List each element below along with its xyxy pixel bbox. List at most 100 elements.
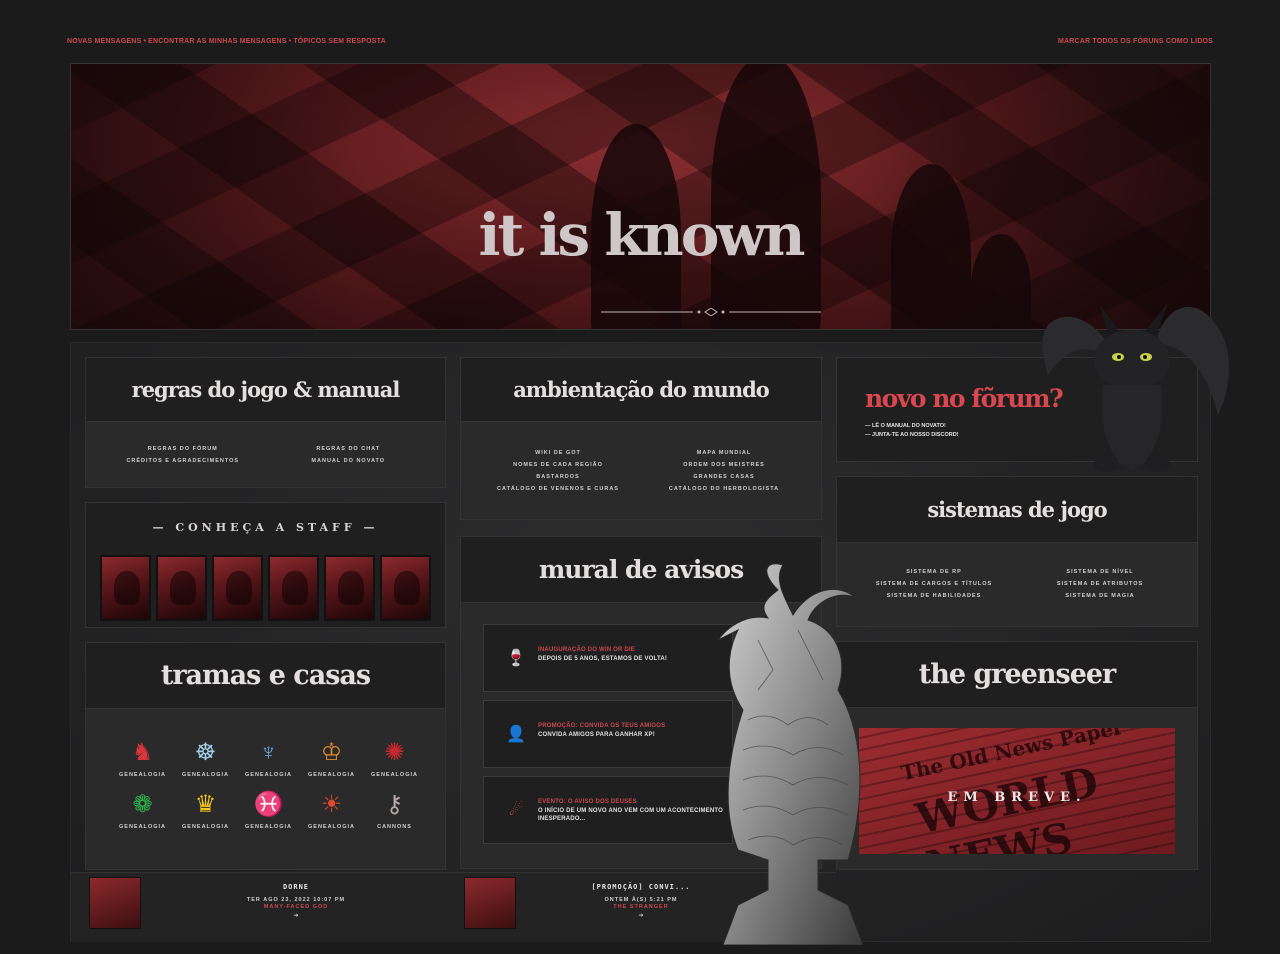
toast-icon: 🍷 — [506, 650, 526, 667]
rules-link[interactable]: Manual do novato — [276, 458, 422, 464]
systems-panel: sistemas de jogo Sistema de RP Sistema d… — [836, 476, 1198, 627]
last-post-date: TER AGO 23, 2022 10:07 PM — [246, 897, 346, 903]
staff-avatar[interactable] — [324, 555, 375, 621]
house-item[interactable]: ♆ GENEALOGIA — [237, 738, 300, 779]
house-sigil-icon: ♛ — [194, 791, 217, 818]
unanswered-topics-link[interactable]: Tópicos sem resposta — [293, 38, 386, 45]
last-post-title[interactable]: DORNE — [181, 883, 411, 891]
world-panel-body: Wiki de GoT Mapa mundial Nomes de cada r… — [461, 422, 821, 519]
rules-links: Regras do fórum Regras do chat Créditos … — [110, 446, 421, 464]
staff-panel: — CONHEÇA A STAFF — — [85, 502, 446, 628]
world-link[interactable]: Bastardos — [485, 474, 631, 480]
site-title: it is known — [478, 201, 805, 269]
world-link[interactable]: Mapa mundial — [651, 450, 797, 456]
notice-title: Evento: O aviso dos deuses — [538, 799, 637, 805]
world-link[interactable]: Catálogo de venenos e curas — [485, 486, 631, 492]
my-messages-link[interactable]: Encontrar as minhas mensagens — [148, 38, 287, 45]
house-label: GENEALOGIA — [119, 772, 166, 778]
staff-title: — CONHEÇA A STAFF — — [152, 521, 379, 534]
last-post-author[interactable]: MANY-FACED GOD — [181, 904, 411, 910]
house-item[interactable]: ❁ GENEALOGIA — [111, 790, 174, 831]
house-item[interactable]: ✺ GENEALOGIA — [363, 738, 426, 779]
discord-link[interactable]: — JUNTA-TE AO NOSSO DISCORD! — [865, 431, 959, 440]
dragon-mascot-image — [1042, 303, 1230, 472]
systems-panel-title[interactable]: sistemas de jogo — [837, 477, 1197, 543]
house-item[interactable]: ⚷ CANNONS — [363, 790, 426, 831]
house-item[interactable]: ♓ GENEALOGIA — [237, 790, 300, 831]
house-sigil-icon: ♔ — [320, 739, 343, 766]
mark-all-read-link[interactable]: Marcar todos os fóruns como lidos — [1058, 38, 1213, 45]
house-label: GENEALOGIA — [308, 772, 355, 778]
house-label: GENEALOGIA — [119, 824, 166, 830]
house-label: GENEALOGIA — [245, 824, 292, 830]
notice-item[interactable]: ☄ Evento: O aviso dos deuses O início de… — [483, 776, 733, 844]
house-sigil-icon: ♆ — [259, 739, 278, 766]
notice-title: Inauguração do Win or Die — [538, 647, 635, 653]
rules-link[interactable]: Regras do chat — [276, 446, 422, 452]
new-messages-link[interactable]: Novas mensagens — [67, 38, 141, 45]
world-link[interactable]: Grandes casas — [651, 474, 797, 480]
house-sigil-icon: ☸ — [194, 739, 217, 766]
staff-avatar[interactable] — [212, 555, 263, 621]
house-label: GENEALOGIA — [182, 772, 229, 778]
house-grid: ♞ GENEALOGIA ☸ GENEALOGIA ♆ GENEALOGIA ♔ GEN… — [111, 738, 426, 831]
notice-item[interactable]: 🍷 Inauguração do Win or Die Depois de 5 … — [483, 624, 733, 692]
world-link[interactable]: Catálogo do herbologista — [651, 486, 797, 492]
last-post-info: DORNE TER AGO 23, 2022 10:07 PM MANY-FAC… — [181, 883, 411, 919]
systems-panel-body: Sistema de RP Sistema de nível Sistema d… — [837, 543, 1197, 626]
last-post-rules: DORNE TER AGO 23, 2022 10:07 PM MANY-FAC… — [71, 872, 446, 942]
house-item[interactable]: ♔ GENEALOGIA — [300, 738, 363, 779]
greenseer-panel: the greenseer The Old News Paper WORLD N… — [836, 641, 1198, 870]
rules-link[interactable]: Créditos e agradecimentos — [110, 458, 256, 464]
greenseer-panel-title[interactable]: the greenseer — [837, 642, 1197, 708]
house-sigil-icon: ❁ — [132, 791, 153, 818]
coming-soon-label: EM BREVE. — [947, 790, 1087, 805]
staff-avatar[interactable] — [268, 555, 319, 621]
notice-title: Promoção: convida os teus amigos — [538, 723, 666, 729]
separator-dot: • — [288, 38, 292, 45]
systems-link[interactable]: Sistema de atributos — [1027, 581, 1173, 587]
last-post-avatar[interactable] — [89, 877, 141, 929]
house-label: GENEALOGIA — [245, 772, 292, 778]
staff-avatar[interactable] — [100, 555, 151, 621]
rules-panel: regras do jogo & manual Regras do fórum … — [85, 357, 446, 488]
rules-panel-title[interactable]: regras do jogo & manual — [86, 358, 445, 422]
newspaper-image: The Old News Paper WORLD NEWS EM BREVE. — [859, 728, 1175, 854]
world-links: Wiki de GoT Mapa mundial Nomes de cada r… — [485, 450, 797, 492]
world-panel-title[interactable]: ambientação do mundo — [461, 358, 821, 422]
invite-user-icon: 👤 — [506, 726, 526, 743]
house-item[interactable]: ☸ GENEALOGIA — [174, 738, 237, 779]
world-link[interactable]: Ordem dos meistres — [651, 462, 797, 468]
rules-panel-body: Regras do fórum Regras do chat Créditos … — [86, 422, 445, 487]
systems-link[interactable]: Sistema de nível — [1027, 569, 1173, 575]
world-link[interactable]: Wiki de GoT — [485, 450, 631, 456]
manual-link[interactable]: — LÊ O MANUAL DO NOVATO! — [865, 422, 959, 431]
staff-avatar[interactable] — [380, 555, 431, 621]
divider-ornament — [601, 308, 821, 316]
key-icon: ⚷ — [385, 791, 404, 818]
separator-dot: • — [143, 38, 147, 45]
house-label: GENEALOGIA — [182, 824, 229, 830]
house-label: CANNONS — [377, 824, 412, 830]
houses-panel: tramas e casas ♞ GENEALOGIA ☸ GENEALOGIA ♆… — [85, 642, 446, 870]
go-to-post-icon[interactable]: ➔ — [181, 912, 411, 919]
rules-link[interactable]: Regras do fórum — [110, 446, 256, 452]
top-navigation: Novas mensagens • Encontrar as minhas mens… — [67, 38, 1213, 50]
house-item[interactable]: ☀ GENEALOGIA — [300, 790, 363, 831]
world-link[interactable]: Nomes de cada região — [485, 462, 631, 468]
comet-icon: ☄ — [508, 802, 524, 819]
notice-item[interactable]: 👤 Promoção: convida os teus amigos Convi… — [483, 700, 733, 768]
staff-avatar[interactable] — [156, 555, 207, 621]
house-sigil-icon: ☀ — [320, 791, 343, 818]
house-item[interactable]: ♞ GENEALOGIA — [111, 738, 174, 779]
quick-links: Novas mensagens • Encontrar as minhas mens… — [67, 38, 386, 45]
house-sigil-icon: ♞ — [131, 739, 154, 766]
house-label: GENEALOGIA — [371, 772, 418, 778]
houses-panel-title[interactable]: tramas e casas — [86, 643, 445, 709]
house-item[interactable]: ♛ GENEALOGIA — [174, 790, 237, 831]
house-sigil-icon: ♓ — [253, 791, 284, 818]
systems-link[interactable]: Sistema de magia — [1027, 593, 1173, 599]
house-label: GENEALOGIA — [308, 824, 355, 830]
last-post-avatar[interactable] — [464, 877, 516, 929]
staff-avatars — [100, 555, 431, 621]
